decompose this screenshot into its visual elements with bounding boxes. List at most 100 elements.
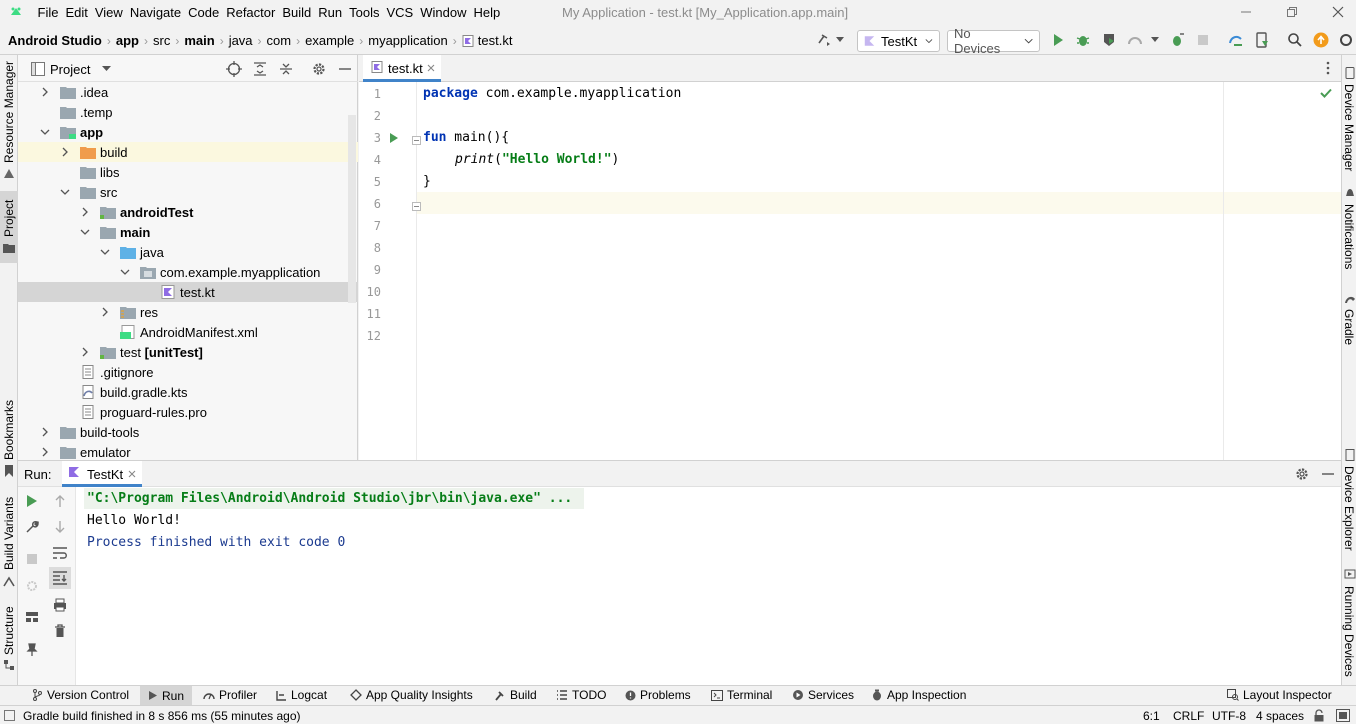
menu-navigate[interactable]: Navigate — [126, 0, 184, 25]
device-manager-icon[interactable] — [1254, 32, 1270, 48]
tree-item-androidtest[interactable]: androidTest — [18, 202, 358, 222]
tree-item-build-gradle-kts[interactable]: build.gradle.kts — [18, 382, 358, 402]
breadcrumb-main[interactable]: main — [184, 33, 214, 48]
version-control-tool[interactable]: Version Control — [32, 688, 129, 702]
sync-gradle-icon[interactable] — [1228, 32, 1244, 48]
chevron-down-icon[interactable] — [60, 187, 70, 197]
project-tab[interactable]: Project — [2, 200, 16, 237]
tab-testkt-run[interactable]: TestKt — [62, 461, 142, 487]
breadcrumb-example[interactable]: example — [305, 33, 354, 48]
run-tool-active[interactable]: Run — [140, 686, 193, 705]
chevron-right-icon[interactable] — [40, 427, 50, 437]
restore-icon[interactable] — [1284, 4, 1300, 20]
chevron-down-icon[interactable] — [120, 267, 130, 277]
layout-inspector-tool[interactable]: Layout Inspector — [1227, 688, 1332, 702]
tree-item-androidmanifest-xml[interactable]: AndroidManifest.xml — [18, 322, 358, 342]
chevron-down-icon[interactable] — [102, 66, 111, 72]
indent-setting[interactable]: 4 spaces — [1256, 709, 1304, 723]
chevron-right-icon[interactable] — [40, 447, 50, 457]
close-window-icon[interactable] — [1330, 4, 1346, 20]
close-tab-icon[interactable] — [427, 64, 435, 72]
chevron-right-icon[interactable] — [80, 207, 90, 217]
update-icon[interactable] — [1313, 32, 1329, 48]
hammer-back-icon[interactable] — [816, 32, 832, 48]
tree-item-build-tools[interactable]: build-tools — [18, 422, 358, 442]
breadcrumb-src[interactable]: src — [153, 33, 170, 48]
settings-ide-icon[interactable] — [1338, 32, 1354, 48]
tree-item-src[interactable]: src — [18, 182, 358, 202]
memory-indicator-icon[interactable] — [1336, 709, 1350, 722]
print-icon[interactable] — [53, 598, 67, 612]
tab-test-kt[interactable]: test.kt — [363, 55, 441, 82]
chevron-down-icon[interactable] — [1151, 37, 1159, 43]
hide-panel-icon[interactable] — [1320, 466, 1336, 482]
profiler-tool[interactable]: Profiler — [203, 688, 257, 702]
chevron-down-icon[interactable] — [100, 247, 110, 257]
trash-icon[interactable] — [54, 624, 66, 638]
close-tab-icon[interactable] — [128, 470, 136, 478]
chevron-right-icon[interactable] — [60, 147, 70, 157]
stop-icon[interactable] — [26, 553, 38, 565]
tree-item-res[interactable]: res — [18, 302, 358, 322]
tree-item-temp[interactable]: .temp — [18, 102, 358, 122]
menu-help[interactable]: Help — [470, 0, 504, 25]
tree-item-emulator[interactable]: emulator — [18, 442, 358, 462]
app-quality-insights-tool[interactable]: App Quality Insights — [350, 688, 473, 702]
chevron-right-icon[interactable] — [40, 87, 50, 97]
gradle-tab[interactable]: Gradle — [1342, 309, 1356, 345]
device-explorer-tab[interactable]: Device Explorer — [1342, 466, 1356, 551]
menu-code[interactable]: Code — [185, 0, 223, 25]
run-icon[interactable] — [1050, 32, 1066, 48]
menu-tools[interactable]: Tools — [346, 0, 383, 25]
todo-tool[interactable]: TODO — [556, 688, 606, 702]
gear-icon[interactable] — [311, 61, 327, 77]
gear-icon[interactable] — [1294, 466, 1310, 482]
structure-tab[interactable]: Structure — [2, 606, 16, 655]
breadcrumb-app[interactable]: app — [116, 33, 139, 48]
chevron-right-icon[interactable] — [80, 347, 90, 357]
collapse-all-icon[interactable] — [278, 61, 294, 77]
profile-icon[interactable] — [1127, 32, 1143, 48]
coverage-icon[interactable] — [1101, 32, 1117, 48]
file-encoding[interactable]: UTF-8 — [1212, 709, 1246, 723]
restore-layout-icon[interactable] — [25, 579, 39, 593]
tree-item-idea[interactable]: .idea — [18, 82, 358, 102]
menu-file[interactable]: File — [34, 0, 62, 25]
chevron-down-icon[interactable] — [836, 37, 844, 43]
menu-vcs[interactable]: VCS — [383, 0, 417, 25]
layout-icon[interactable] — [25, 611, 39, 623]
tree-item-main[interactable]: main — [18, 222, 358, 242]
chevron-right-icon[interactable] — [100, 307, 110, 317]
wrench-icon[interactable] — [25, 520, 39, 534]
menu-edit[interactable]: Edit — [62, 0, 91, 25]
no-problems-checkmark-icon[interactable] — [1320, 88, 1332, 98]
locate-file-icon[interactable] — [226, 61, 242, 77]
line-separator[interactable]: CRLF — [1173, 709, 1204, 723]
build-variants-tab[interactable]: Build Variants — [2, 497, 16, 570]
scroll-to-end-icon[interactable] — [52, 571, 68, 585]
breadcrumb-file[interactable]: test.kt — [478, 33, 513, 48]
bookmarks-tab[interactable]: Bookmarks — [2, 400, 16, 460]
scroll-down-icon[interactable] — [54, 520, 66, 534]
problems-tool[interactable]: Problems — [625, 688, 691, 702]
pin-icon[interactable] — [26, 643, 38, 657]
tree-item-build[interactable]: build — [18, 142, 358, 162]
lock-icon[interactable] — [1313, 709, 1325, 722]
menu-build[interactable]: Build — [279, 0, 315, 25]
menu-window[interactable]: Window — [417, 0, 470, 25]
rerun-icon[interactable] — [26, 494, 38, 508]
breadcrumb-java[interactable]: java — [229, 33, 253, 48]
tree-item-com-example-myapplication[interactable]: com.example.myapplication — [18, 262, 358, 282]
tree-item-app[interactable]: app — [18, 122, 358, 142]
expand-all-icon[interactable] — [252, 61, 268, 77]
tree-item-test-kt[interactable]: test.kt — [18, 282, 358, 302]
debug-icon[interactable] — [1075, 32, 1091, 48]
menu-refactor[interactable]: Refactor — [223, 0, 279, 25]
status-message[interactable]: Gradle build finished in 8 s 856 ms (55 … — [23, 709, 300, 723]
scroll-up-icon[interactable] — [54, 494, 66, 508]
project-view-title[interactable]: Project — [50, 62, 90, 77]
menu-view[interactable]: View — [91, 0, 126, 25]
tree-item-java[interactable]: java — [18, 242, 358, 262]
chevron-down-icon[interactable] — [80, 227, 90, 237]
hide-panel-icon[interactable] — [337, 61, 353, 77]
